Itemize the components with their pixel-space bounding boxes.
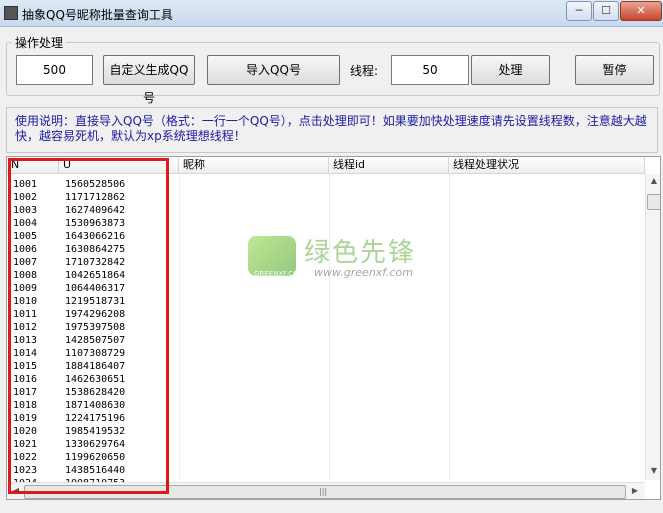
column-divider [329, 174, 330, 480]
scroll-up-icon[interactable]: ▲ [647, 176, 660, 185]
column-header-thread-id[interactable]: 线程id [329, 157, 449, 174]
column-header-nickname[interactable]: 昵称 [179, 157, 329, 174]
vertical-scrollbar[interactable]: ▲ ▼ [645, 174, 660, 480]
window-title: 抽象QQ号昵称批量查询工具 [22, 8, 173, 22]
instructions-text: 使用说明：直接导入QQ号（格式：一行一个QQ号），点击处理即可！如果要加快处理速… [6, 107, 658, 153]
watermark-url: www.greenxf.com [314, 266, 413, 279]
column-divider [179, 174, 180, 480]
close-icon[interactable]: ✕ [620, 1, 662, 21]
column-header-thread-status[interactable]: 线程处理状况 [449, 157, 645, 174]
column-divider [449, 174, 450, 480]
minimize-icon[interactable]: ─ [566, 1, 592, 21]
count-input[interactable]: 500 [16, 55, 93, 85]
scroll-down-icon[interactable]: ▼ [647, 466, 660, 475]
custom-generate-button[interactable]: 自定义生成QQ号 [103, 55, 195, 105]
title-bar: 抽象QQ号昵称批量查询工具 ─ ☐ ✕ [0, 0, 663, 27]
app-icon [4, 6, 18, 20]
vertical-scroll-thumb[interactable] [647, 194, 660, 210]
maximize-icon[interactable]: ☐ [593, 1, 619, 21]
highlight-box [8, 158, 169, 494]
scroll-grip-icon: ||| [319, 487, 328, 496]
pause-button[interactable]: 暂停 [575, 55, 654, 85]
process-button[interactable]: 处理 [471, 55, 550, 85]
watermark-logo-text: GREENXF.COM [254, 270, 305, 278]
threads-label: 线程: [350, 64, 379, 78]
watermark-chinese: 绿色先锋 [304, 238, 417, 268]
threads-input[interactable]: 50 [391, 55, 469, 85]
scroll-right-icon[interactable]: ▶ [628, 486, 642, 495]
import-qq-button[interactable]: 导入QQ号 [207, 55, 340, 85]
groupbox-legend: 操作处理 [12, 34, 67, 51]
